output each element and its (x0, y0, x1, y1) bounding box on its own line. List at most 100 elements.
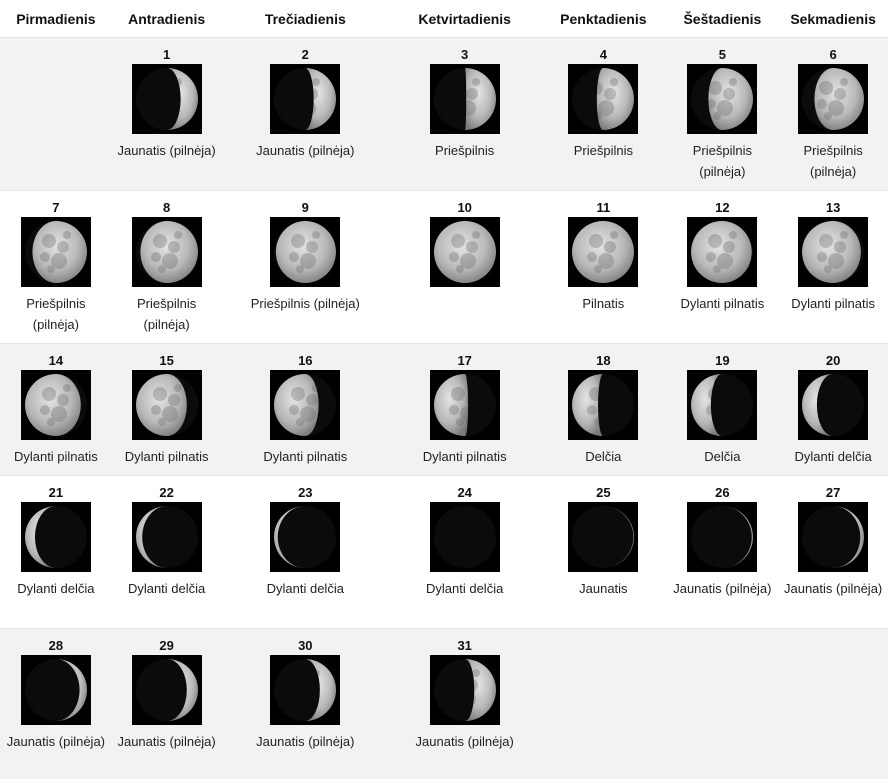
moon-phase-icon (429, 64, 500, 134)
phase-label: Dylanti pilnatis (263, 449, 348, 464)
day-cell: 15 Dylanti pilnatis (112, 344, 222, 476)
day-number: 5 (718, 47, 726, 62)
phase-label: Dylanti pilnatis (680, 296, 765, 311)
empty-day-cell (540, 629, 666, 779)
day-number: 3 (461, 47, 469, 62)
day-number: 21 (48, 485, 64, 500)
phase-label: Dylanti delčia (127, 581, 206, 596)
moon-phase-icon (429, 217, 500, 287)
day-number: 17 (457, 353, 472, 368)
moon-phase-icon (270, 217, 341, 287)
moon-phase-icon (270, 655, 341, 725)
day-cell: 17 Dylanti pilnatis (389, 344, 540, 476)
day-cell: 20 Dylanti delčia (778, 344, 888, 476)
day-number: 19 (715, 353, 730, 368)
day-number: 13 (825, 200, 841, 215)
moon-phase-icon (568, 502, 639, 572)
phase-label: Priešpilnis (573, 143, 633, 158)
day-number: 16 (298, 353, 313, 368)
moon-phase-icon (20, 370, 91, 440)
phase-label: Priešpilnis (435, 143, 495, 158)
phase-label: Jaunatis (pilnėja) (6, 734, 106, 749)
empty-day-cell (666, 629, 778, 779)
day-cell: 11 Pilnatis (540, 191, 666, 344)
day-number: 9 (301, 200, 309, 215)
weekday-saturday: Šeštadienis (683, 10, 762, 27)
moon-phase-icon (429, 370, 500, 440)
weekday-header: Pirmadienis Antradienis Trečiadienis Ket… (0, 0, 888, 38)
day-cell: 13 Dylanti pilnatis (778, 191, 888, 344)
moon-phase-icon (131, 502, 202, 572)
calendar-week-row: 14 Dylanti pilnatis 15 Dylanti pilnatis 16 Dy… (0, 343, 888, 476)
day-number: 1 (163, 47, 171, 62)
day-number: 2 (301, 47, 309, 62)
day-number: 4 (599, 47, 607, 62)
day-cell: 4 Priešpilnis (540, 38, 666, 191)
day-cell: 18 Delčia (540, 344, 666, 476)
moon-phase-icon (568, 64, 639, 134)
calendar-week-row: 28 Jaunatis (pilnėja) 29 Jaunatis (pilnėja)… (0, 628, 888, 779)
moon-calendar-table: Pirmadienis Antradienis Trečiadienis Ket… (0, 0, 888, 779)
phase-label: Dylanti pilnatis (422, 449, 507, 464)
day-cell: 10 (389, 191, 540, 344)
phase-label: Jaunatis (pilnėja) (783, 581, 883, 596)
day-cell: 12 Dylanti pilnatis (666, 191, 778, 344)
day-cell: 19 Delčia (666, 344, 778, 476)
day-cell: 27 Jaunatis (pilnėja) (778, 476, 888, 629)
phase-label: Jaunatis (pilnėja) (256, 143, 355, 158)
moon-phase-icon (798, 64, 869, 134)
phase-label: Dylanti delčia (426, 581, 504, 596)
day-number: 24 (457, 485, 472, 500)
calendar-body: 1 Jaunatis (pilnėja) 2 Jaunatis (pilnėja) 3 P… (0, 37, 888, 779)
day-cell: 30 Jaunatis (pilnėja) (221, 629, 389, 779)
day-number: 20 (825, 353, 841, 368)
day-cell: 16 Dylanti pilnatis (221, 344, 389, 476)
weekday-monday: Pirmadienis (16, 10, 96, 27)
day-number: 22 (159, 485, 174, 500)
day-cell: 2 Jaunatis (pilnėja) (221, 38, 389, 191)
moon-phase-icon (131, 370, 202, 440)
moon-phase-icon (798, 370, 869, 440)
moon-phase-icon (131, 655, 202, 725)
moon-phase-icon (131, 64, 202, 134)
day-number: 25 (596, 485, 611, 500)
weekday-tuesday: Antradienis (128, 10, 206, 27)
day-cell: 5 Priešpilnis (pilnėja) (666, 38, 778, 191)
moon-phase-icon (687, 217, 758, 287)
weekday-sunday: Sekmadienis (790, 10, 876, 27)
day-cell: 1 Jaunatis (pilnėja) (112, 38, 222, 191)
day-cell: 7 Priešpilnis (pilnėja) (0, 191, 112, 344)
moon-phase-icon (687, 502, 758, 572)
weekday-friday: Penktadienis (560, 10, 647, 27)
day-number: 15 (159, 353, 174, 368)
day-cell: 25 Jaunatis (540, 476, 666, 629)
day-number: 8 (163, 200, 171, 215)
day-number: 11 (596, 200, 611, 215)
day-number: 31 (457, 638, 472, 653)
phase-label: Jaunatis (579, 581, 628, 596)
day-cell: 22 Dylanti delčia (112, 476, 222, 629)
phase-label: Dylanti pilnatis (13, 449, 98, 464)
day-cell: 9 Priešpilnis (pilnėja) (221, 191, 389, 344)
moon-phase-icon (568, 217, 639, 287)
phase-label: Jaunatis (pilnėja) (415, 734, 514, 749)
phase-label: Jaunatis (pilnėja) (673, 581, 772, 596)
moon-phase-icon (798, 502, 869, 572)
moon-phase-icon (270, 64, 341, 134)
day-cell: 14 Dylanti pilnatis (0, 344, 112, 476)
day-cell: 8 Priešpilnis (pilnėja) (112, 191, 222, 344)
day-cell: 21 Dylanti delčia (0, 476, 112, 629)
calendar-week-row: 7 Priešpilnis (pilnėja) 8 Priešpilnis (piln… (0, 190, 888, 344)
phase-label: Dylanti delčia (794, 449, 872, 464)
day-cell: 31 Jaunatis (pilnėja) (389, 629, 540, 779)
day-number: 18 (596, 353, 611, 368)
phase-label: Priešpilnis (pilnėja) (250, 296, 360, 311)
day-cell: 28 Jaunatis (pilnėja) (0, 629, 112, 779)
day-number: 7 (52, 200, 60, 215)
day-number: 10 (457, 200, 472, 215)
phase-label: Priešpilnis (pilnėja) (136, 296, 197, 332)
phase-label: Delčia (585, 449, 622, 464)
moon-phase-icon (270, 370, 341, 440)
moon-phase-icon (20, 502, 91, 572)
phase-label: Jaunatis (pilnėja) (256, 734, 355, 749)
